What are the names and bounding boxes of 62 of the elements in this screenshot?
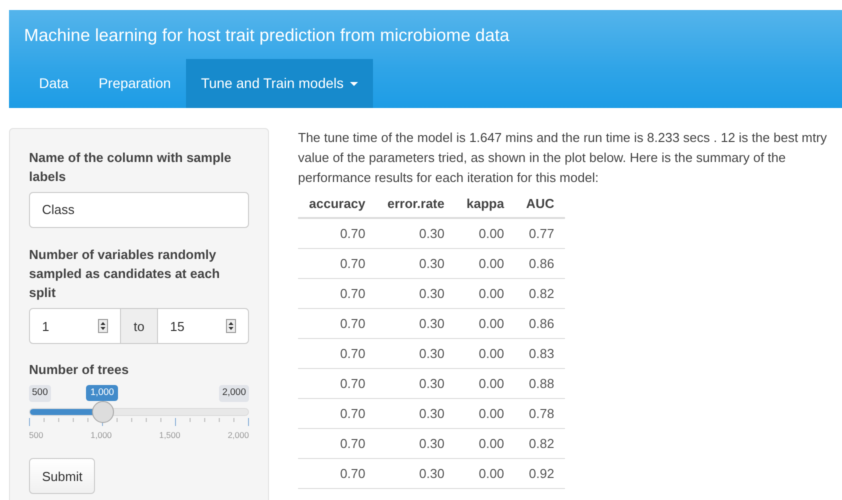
table-cell: 0.00 — [455, 308, 516, 338]
table-cell: 0.88 — [515, 368, 566, 398]
tick-label: 1,500 — [159, 430, 180, 440]
table-cell: 0.30 — [376, 218, 456, 248]
spinner-icon[interactable] — [226, 319, 236, 333]
table-cell: 0.77 — [515, 218, 566, 248]
app-title: Machine learning for host trait prediction from microbiome data — [23, 24, 510, 47]
table-cell: 0.00 — [455, 338, 516, 368]
table-cell: 0.70 — [298, 458, 376, 488]
table-cell: 0.82 — [515, 278, 566, 308]
tick-label: 500 — [29, 430, 44, 440]
field-label: Number of variables randomly sampled as candidates at each split — [29, 246, 221, 302]
caret-icon — [350, 82, 358, 86]
table-cell: 0.00 — [455, 458, 516, 488]
number-field[interactable]: 1 — [29, 308, 121, 344]
submit-button[interactable]: Submit — [29, 458, 96, 494]
table-cell: 0.92 — [515, 458, 566, 488]
table-cell: 0.30 — [376, 278, 456, 308]
input-field[interactable]: Class — [29, 192, 249, 228]
column-header: accuracy — [298, 191, 376, 218]
field-label: Number of trees — [29, 361, 130, 379]
table-cell: 0.70 — [298, 278, 376, 308]
range-separator: to — [121, 308, 157, 344]
column-header: error.rate — [376, 191, 456, 218]
table-cell: 0.82 — [515, 428, 566, 458]
table-cell: 0.70 — [298, 248, 376, 278]
table-cell: 0.70 — [298, 338, 376, 368]
table-cell: 0.70 — [298, 308, 376, 338]
table-cell: 0.83 — [515, 338, 566, 368]
field-label: Name of the column with sample labels — [29, 149, 232, 186]
tick-label: 1,000 — [90, 430, 112, 440]
table-cell: 0.86 — [515, 248, 566, 278]
table-cell: 0.00 — [455, 278, 516, 308]
spinner-icon[interactable] — [98, 319, 108, 333]
table-cell: 0.30 — [376, 338, 456, 368]
table-cell: 0.70 — [298, 368, 376, 398]
table-cell: 0.30 — [376, 458, 456, 488]
table-cell: 0.86 — [515, 308, 566, 338]
table-cell: 0.78 — [515, 398, 566, 428]
table-cell: 0.70 — [298, 428, 376, 458]
table-cell: 0.30 — [376, 368, 456, 398]
number-field[interactable]: 15 — [157, 308, 249, 344]
nav-tab[interactable]: Tune and Train models — [186, 59, 373, 108]
slider-thumb[interactable] — [92, 401, 114, 423]
slider-value-label: 1,000 — [86, 385, 118, 401]
slider-min-label: 500 — [29, 385, 51, 402]
slider-max-label: 2,000 — [219, 385, 249, 402]
table-cell: 0.00 — [455, 218, 516, 248]
column-header: kappa — [455, 191, 516, 218]
table-cell: 0.00 — [455, 248, 516, 278]
table-cell: 0.30 — [376, 248, 456, 278]
table-cell: 0.00 — [455, 428, 516, 458]
table-cell: 0.30 — [376, 308, 456, 338]
summary-text: The tune time of the model is 1.647 mins and the run time is 8.233 secs . 12 is the best mtry value of the parameters tried, as shown in the plot below. Here is the summary of the performance results for each iteration for this model: — [298, 129, 828, 187]
column-header: AUC — [515, 191, 566, 218]
table-cell: 0.00 — [455, 368, 516, 398]
table-cell: 0.70 — [298, 218, 376, 248]
table-cell: 0.30 — [376, 428, 456, 458]
table-cell: 0.30 — [376, 398, 456, 428]
table-cell: 0.00 — [455, 398, 516, 428]
tick-label: 2,000 — [228, 430, 249, 440]
table-cell: 0.70 — [298, 398, 376, 428]
